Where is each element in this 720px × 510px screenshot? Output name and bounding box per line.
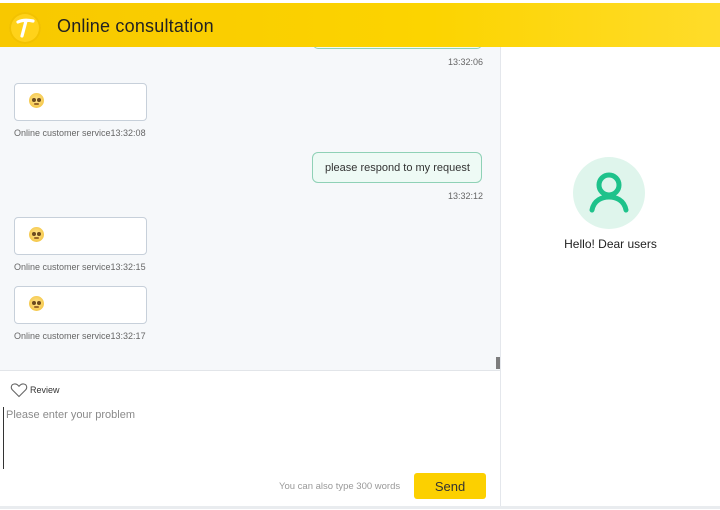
agent-message-meta: Online customer service13:32:08: [14, 128, 146, 138]
agent-message-bubble: [14, 286, 147, 324]
user-message-bubble: please respond to my request: [312, 152, 482, 183]
user-message-bubble: [313, 47, 482, 49]
agent-message-meta: Online customer service13:32:15: [14, 262, 146, 272]
send-button[interactable]: Send: [414, 473, 486, 499]
review-label: Review: [30, 385, 60, 395]
greeting-text: Hello! Dear users: [564, 237, 657, 251]
pleading-face-emoji-icon: [29, 93, 44, 108]
word-count-hint: You can also type 300 words: [279, 481, 401, 492]
user-profile-panel: Hello! Dear users: [501, 47, 720, 509]
pleading-face-emoji-icon: [29, 296, 44, 311]
agent-message-meta: Online customer service13:32:17: [14, 331, 146, 341]
chat-history[interactable]: 13:32:06 Online customer service13:32:08…: [0, 47, 501, 370]
heart-icon: [10, 383, 28, 398]
message-time: 13:32:06: [448, 57, 484, 67]
agent-message-bubble: [14, 217, 147, 255]
pleading-face-emoji-icon: [29, 227, 44, 242]
user-message-text: please respond to my request: [325, 162, 470, 174]
brand-logo-icon: [9, 12, 41, 44]
page-title: Online consultation: [57, 16, 214, 36]
user-avatar-icon: [573, 157, 645, 229]
header-bar: Online consultation: [0, 3, 720, 47]
message-composer: Review You can also type 300 words Send: [0, 370, 501, 510]
agent-message-bubble: [14, 83, 147, 121]
message-time: 13:32:12: [448, 191, 484, 201]
problem-input[interactable]: [3, 407, 486, 469]
